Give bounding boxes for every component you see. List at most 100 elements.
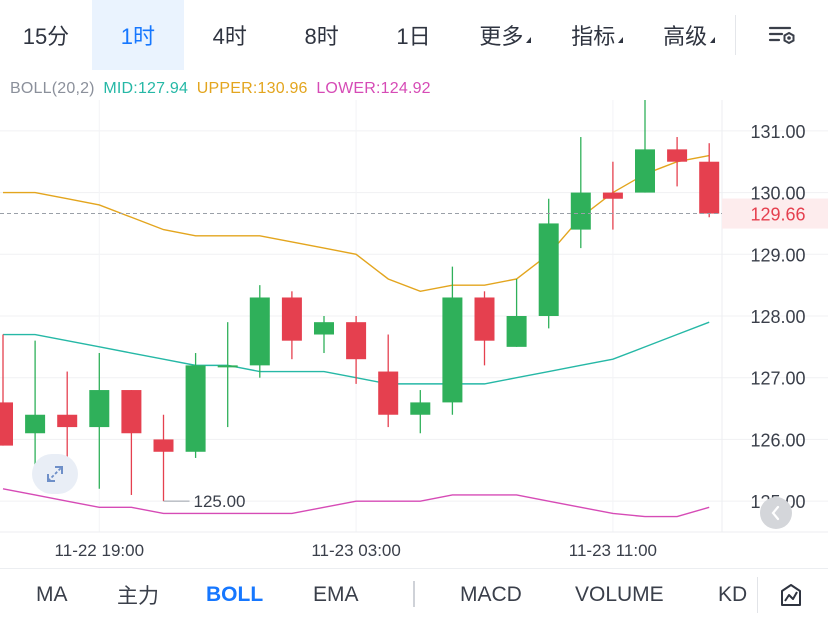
candle [378,334,399,428]
candle [314,316,334,354]
candle [602,161,623,230]
tab-8hour[interactable]: 8时 [276,0,368,70]
expand-arrows-icon [47,466,63,482]
indicator-dropdown-label: 指标 [571,24,616,49]
candle-body [699,161,720,214]
candle-body [121,390,142,434]
tab-15min[interactable]: 15分 [0,0,92,70]
candlestick-chart[interactable]: 131.00 130.00 129.00 128.00 127.00 126.00 125.… [0,100,828,570]
indicator-tab-bar: MA 主力 BOLL EMA MACD VOLUME KD [0,568,828,620]
y-tick-label: 126.00 [750,430,805,450]
candle [153,414,174,502]
x-tick-label: 11-22 19:00 [55,541,144,560]
candle-body [0,402,13,446]
tab-bar-divider [757,577,758,613]
candle-body [667,149,688,162]
candle [249,285,270,378]
tab-kd-label: KD [718,583,748,606]
indicator-dropdown[interactable]: 指标 [551,0,643,70]
candle-body [538,223,559,316]
candle-body [25,414,46,434]
more-dropdown-label: 更多 [479,24,524,49]
candle-body [217,365,238,368]
candle [185,353,206,458]
candle-body [249,297,270,366]
tab-volume-label: VOLUME [575,583,664,606]
tab-1hour[interactable]: 1时 [91,0,184,70]
candle-body [153,439,174,452]
candle-body [506,316,527,347]
candle [474,291,495,366]
tab-ma-label: MA [36,583,68,606]
tab-group-divider [413,581,415,607]
candle-body [635,149,655,193]
y-tick-label: 128.00 [750,307,805,327]
candle-body [185,365,206,452]
candle [89,353,110,489]
expand-chart-button[interactable] [32,454,78,494]
candle [217,322,238,428]
dropdown-caret-icon [526,37,532,43]
settings-sliders-icon [768,26,795,45]
tab-volume[interactable]: VOLUME [575,569,664,620]
boll-legend: BOLL(20,2) MID:127.94 UPPER:130.96 LOWER… [10,80,435,98]
candle [0,334,13,446]
candle-body [346,322,367,360]
timeframe-bar: 15分 1时 4时 8时 1日 更多 指标 高级 [0,0,828,70]
advanced-dropdown[interactable]: 高级 [643,0,735,70]
candle [635,100,655,193]
dropdown-caret-icon [618,37,624,43]
scroll-to-latest-button[interactable] [760,497,792,529]
candle-body [281,297,302,341]
candle [57,371,78,465]
tab-macd[interactable]: MACD [460,569,522,620]
more-dropdown[interactable]: 更多 [459,0,551,70]
legend-upper: UPPER:130.96 [196,80,308,97]
trend-line-icon [781,584,801,606]
y-tick-label: 127.00 [750,369,805,389]
chevron-left-icon [771,505,780,521]
tab-ema[interactable]: EMA [313,569,359,620]
tab-boll[interactable]: BOLL [206,569,263,620]
candle-body [602,192,623,199]
candle [506,278,527,347]
chart-type-button[interactable] [772,577,810,615]
tab-1day-label: 1日 [396,24,431,49]
tab-8hour-label: 8时 [304,24,339,49]
advanced-dropdown-label: 高级 [663,24,708,49]
low-price-label: 125.00 [194,492,246,511]
candle-body [442,297,463,403]
candle [699,143,720,218]
y-tick-label: 130.00 [750,184,805,204]
y-tick-label: 131.00 [750,122,805,142]
tab-kd[interactable]: KD [718,569,748,620]
tab-4hour[interactable]: 4时 [184,0,276,70]
candle-body [314,322,334,335]
legend-indicator-name: BOLL(20,2) [10,80,95,97]
candle [410,390,431,434]
tab-1day[interactable]: 1日 [368,0,460,70]
tab-1hour-label: 1时 [120,24,155,49]
candle [442,266,463,415]
last-price-label: 129.66 [750,205,805,225]
candle-body [410,402,431,415]
tab-ema-label: EMA [313,583,359,606]
candle-body [474,297,495,341]
candle [281,291,302,360]
candle [121,390,142,495]
candle-body [570,192,591,230]
chart-settings-button[interactable] [736,0,828,70]
x-tick-label: 11-23 11:00 [569,541,657,560]
tab-boll-label: BOLL [206,583,264,606]
candle [667,137,688,187]
y-tick-label: 129.00 [750,245,805,265]
legend-lower: LOWER:124.92 [316,80,431,97]
tab-macd-label: MACD [460,583,522,606]
tab-ma[interactable]: MA [36,569,68,620]
candle [538,198,559,329]
tab-4hour-label: 4时 [212,24,247,49]
candle [570,137,591,249]
candle-body [57,414,78,428]
tab-main-force[interactable]: 主力 [117,569,159,620]
dropdown-caret-icon [710,37,716,43]
